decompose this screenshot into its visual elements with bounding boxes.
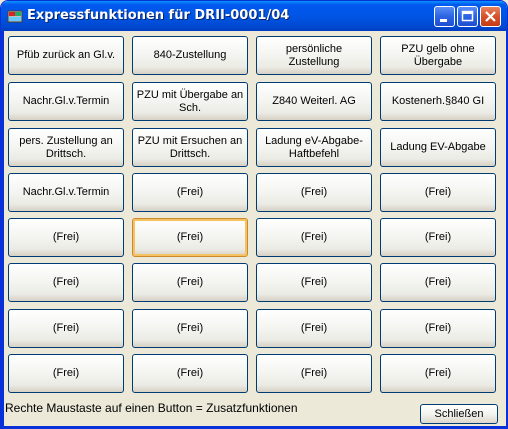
express-button-r3-c4[interactable]: Ladung EV-Abgabe: [380, 128, 496, 167]
express-button-r1-c2[interactable]: 840-Zustellung: [132, 36, 248, 75]
express-button-r2-c4[interactable]: Kostenerh.§840 GI: [380, 82, 496, 121]
express-button-r3-c1[interactable]: pers. Zustellung an Drittsch.: [8, 128, 124, 167]
express-button-r4-c3[interactable]: (Frei): [256, 173, 372, 212]
express-button-r7-c3[interactable]: (Frei): [256, 309, 372, 348]
express-button-r8-c2[interactable]: (Frei): [132, 354, 248, 393]
window-title: Expressfunktionen für DRII-0001/04: [27, 8, 290, 23]
minimize-icon: [440, 19, 447, 22]
maximize-icon: [461, 10, 474, 22]
express-button-r3-c2[interactable]: PZU mit Ersuchen an Drittsch.: [132, 128, 248, 167]
express-button-r8-c4[interactable]: (Frei): [380, 354, 496, 393]
express-button-r1-c1[interactable]: Pfüb zurück an Gl.v.: [8, 36, 124, 75]
express-button-r7-c2[interactable]: (Frei): [132, 309, 248, 348]
express-button-r4-c4[interactable]: (Frei): [380, 173, 496, 212]
close-icon: [485, 11, 496, 22]
express-button-r6-c2[interactable]: (Frei): [132, 263, 248, 302]
express-button-r2-c3[interactable]: Z840 Weiterl. AG: [256, 82, 372, 121]
express-button-r8-c3[interactable]: (Frei): [256, 354, 372, 393]
express-button-r5-c2[interactable]: (Frei): [132, 218, 248, 257]
express-button-r6-c1[interactable]: (Frei): [8, 263, 124, 302]
express-button-r7-c4[interactable]: (Frei): [380, 309, 496, 348]
express-button-r6-c3[interactable]: (Frei): [256, 263, 372, 302]
express-button-r4-c2[interactable]: (Frei): [132, 173, 248, 212]
button-grid: Pfüb zurück an Gl.v. 840-Zustellung persön…: [5, 32, 505, 427]
express-button-r6-c4[interactable]: (Frei): [380, 263, 496, 302]
dialog-window: Expressfunktionen für DRII-0001/04 Pfüb …: [0, 0, 508, 429]
close-button[interactable]: Schließen: [420, 404, 498, 424]
express-button-r3-c3[interactable]: Ladung eV-Abgabe-Haftbefehl: [256, 128, 372, 167]
express-button-r2-c2[interactable]: PZU mit Übergabe an Sch.: [132, 82, 248, 121]
close-window-button[interactable]: [480, 6, 501, 27]
minimize-button[interactable]: [434, 6, 455, 27]
express-button-r5-c4[interactable]: (Frei): [380, 218, 496, 257]
express-button-r7-c1[interactable]: (Frei): [8, 309, 124, 348]
express-button-r2-c1[interactable]: Nachr.Gl.v.Termin: [8, 82, 124, 121]
express-button-r5-c1[interactable]: (Frei): [8, 218, 124, 257]
express-button-r1-c4[interactable]: PZU gelb ohne Übergabe: [380, 36, 496, 75]
window-border-left: [1, 31, 4, 428]
hint-text: Rechte Maustaste auf einen Button = Zusa…: [5, 401, 298, 415]
title-bar[interactable]: Expressfunktionen für DRII-0001/04: [1, 1, 507, 31]
express-button-r4-c1[interactable]: Nachr.Gl.v.Termin: [8, 173, 124, 212]
express-button-r8-c1[interactable]: (Frei): [8, 354, 124, 393]
maximize-button[interactable]: [457, 6, 478, 27]
app-icon[interactable]: [7, 8, 23, 24]
express-button-r1-c3[interactable]: persönliche Zustellung: [256, 36, 372, 75]
express-button-r5-c3[interactable]: (Frei): [256, 218, 372, 257]
